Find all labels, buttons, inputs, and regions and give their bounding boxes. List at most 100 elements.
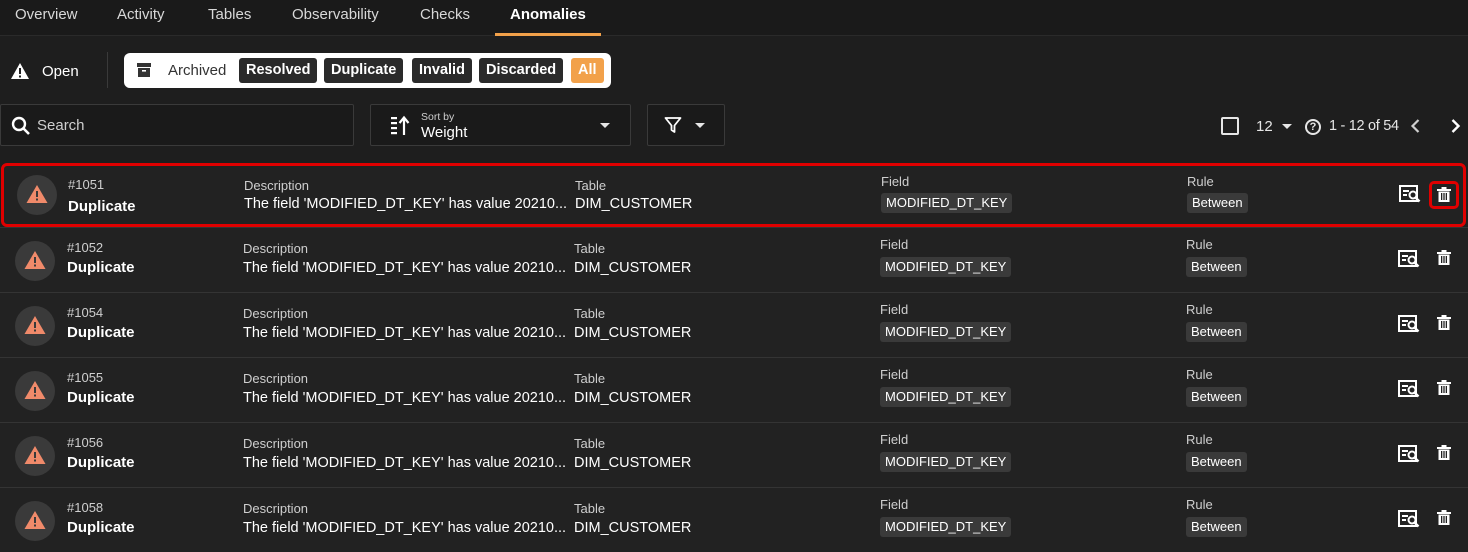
tab-tables[interactable]: Tables [208, 0, 251, 36]
table-value: DIM_CUSTOMER [574, 520, 692, 536]
chip-discarded[interactable]: Discarded [479, 58, 564, 83]
view-details-icon[interactable] [1398, 508, 1420, 530]
avatar [15, 371, 55, 411]
field-caption: Field [880, 497, 909, 512]
chevron-down-icon [600, 123, 610, 128]
per-page-dropdown-icon[interactable] [1282, 124, 1292, 129]
status-open-toggle[interactable]: Open [10, 58, 79, 84]
view-details-icon[interactable] [1398, 313, 1420, 335]
select-all-checkbox[interactable] [1221, 117, 1239, 135]
description-value: The field 'MODIFIED_DT_KEY' has value 20… [243, 260, 567, 276]
anomaly-id: #1052 [67, 240, 104, 255]
sort-select[interactable]: Sort by Weight [370, 104, 631, 146]
rule-badge: Between [1186, 517, 1247, 537]
trash-icon[interactable] [1437, 315, 1451, 331]
view-details-icon[interactable] [1398, 443, 1420, 465]
table-value: DIM_CUSTOMER [575, 196, 693, 212]
avatar [15, 241, 55, 281]
tab-observability[interactable]: Observability [292, 0, 379, 36]
table-row[interactable]: #1054 Duplicate Description The field 'M… [0, 292, 1468, 357]
anomaly-type: Duplicate [67, 324, 135, 341]
status-filter-group: Archived Resolved Duplicate Invalid Disc… [124, 53, 611, 88]
description-caption: Description [243, 436, 309, 451]
field-caption: Field [881, 174, 910, 189]
warning-icon [24, 446, 46, 464]
table-row[interactable]: #1052 Duplicate Description The field 'M… [0, 227, 1468, 292]
description-value: The field 'MODIFIED_DT_KEY' has value 20… [243, 390, 567, 406]
trash-icon[interactable] [1437, 510, 1451, 526]
table-row[interactable]: #1051 Duplicate Description The field 'M… [1, 163, 1466, 227]
per-page-value[interactable]: 12 [1256, 118, 1273, 135]
status-open-label: Open [42, 62, 79, 80]
archived-toggle[interactable]: Archived [168, 53, 226, 88]
view-details-icon[interactable] [1398, 378, 1420, 400]
anomaly-id: #1054 [67, 305, 104, 320]
tab-overview[interactable]: Overview [15, 0, 78, 36]
table-caption: Table [574, 436, 606, 451]
search-box [0, 104, 354, 146]
sort-value: Weight [421, 124, 468, 141]
anomaly-id: #1056 [67, 435, 104, 450]
filter-button[interactable] [647, 104, 725, 146]
field-badge: MODIFIED_DT_KEY [880, 257, 1012, 277]
anomaly-type: Duplicate [67, 389, 135, 406]
description-value: The field 'MODIFIED_DT_KEY' has value 20… [243, 455, 567, 471]
anomaly-type: Duplicate [67, 259, 135, 276]
sort-icon [391, 115, 410, 135]
field-caption: Field [880, 432, 909, 447]
divider [107, 52, 108, 88]
search-input[interactable] [37, 105, 337, 145]
table-value: DIM_CUSTOMER [574, 390, 692, 406]
field-badge: MODIFIED_DT_KEY [880, 322, 1012, 342]
chip-all[interactable]: All [571, 58, 604, 83]
description-caption: Description [243, 306, 309, 321]
help-icon[interactable]: ? [1305, 119, 1321, 135]
chip-invalid[interactable]: Invalid [412, 58, 472, 83]
table-row[interactable]: #1055 Duplicate Description The field 'M… [0, 357, 1468, 422]
anomaly-id: #1055 [67, 370, 104, 385]
tab-anomalies[interactable]: Anomalies [495, 0, 601, 36]
avatar [17, 175, 57, 215]
field-caption: Field [880, 367, 909, 382]
description-value: The field 'MODIFIED_DT_KEY' has value 20… [243, 520, 567, 536]
rule-caption: Rule [1186, 432, 1213, 447]
chevron-right-icon[interactable] [1445, 116, 1465, 136]
trash-icon[interactable] [1437, 445, 1451, 461]
table-caption: Table [574, 306, 606, 321]
table-row[interactable]: #1056 Duplicate Description The field 'M… [0, 422, 1468, 487]
warning-icon [26, 185, 48, 203]
tab-activity[interactable]: Activity [117, 0, 165, 36]
table-value: DIM_CUSTOMER [574, 455, 692, 471]
field-badge: MODIFIED_DT_KEY [880, 387, 1012, 407]
archive-icon [137, 63, 151, 77]
view-details-icon[interactable] [1399, 183, 1421, 205]
chevron-down-icon [695, 123, 705, 128]
warning-icon [24, 316, 46, 334]
chip-resolved[interactable]: Resolved [239, 58, 318, 83]
chevron-left-icon[interactable] [1406, 116, 1426, 136]
description-value: The field 'MODIFIED_DT_KEY' has value 20… [244, 196, 568, 212]
anomaly-type: Duplicate [68, 198, 136, 215]
table-caption: Table [574, 501, 606, 516]
view-details-icon[interactable] [1398, 248, 1420, 270]
chip-duplicate[interactable]: Duplicate [324, 58, 404, 83]
trash-icon[interactable] [1437, 380, 1451, 396]
field-badge: MODIFIED_DT_KEY [880, 452, 1012, 472]
delete-button[interactable] [1429, 181, 1459, 209]
rule-caption: Rule [1186, 302, 1213, 317]
avatar [15, 501, 55, 541]
rule-badge: Between [1186, 322, 1247, 342]
table-row[interactable]: #1058 Duplicate Description The field 'M… [0, 487, 1468, 552]
rule-caption: Rule [1186, 237, 1213, 252]
warning-icon [24, 251, 46, 269]
tab-checks[interactable]: Checks [420, 0, 470, 36]
table-caption: Table [574, 371, 606, 386]
description-caption: Description [243, 501, 309, 516]
field-caption: Field [880, 237, 909, 252]
rule-badge: Between [1186, 257, 1247, 277]
description-caption: Description [244, 178, 310, 193]
anomaly-type: Duplicate [67, 519, 135, 536]
trash-icon[interactable] [1437, 250, 1451, 266]
search-icon [11, 116, 30, 135]
rule-caption: Rule [1187, 174, 1214, 189]
